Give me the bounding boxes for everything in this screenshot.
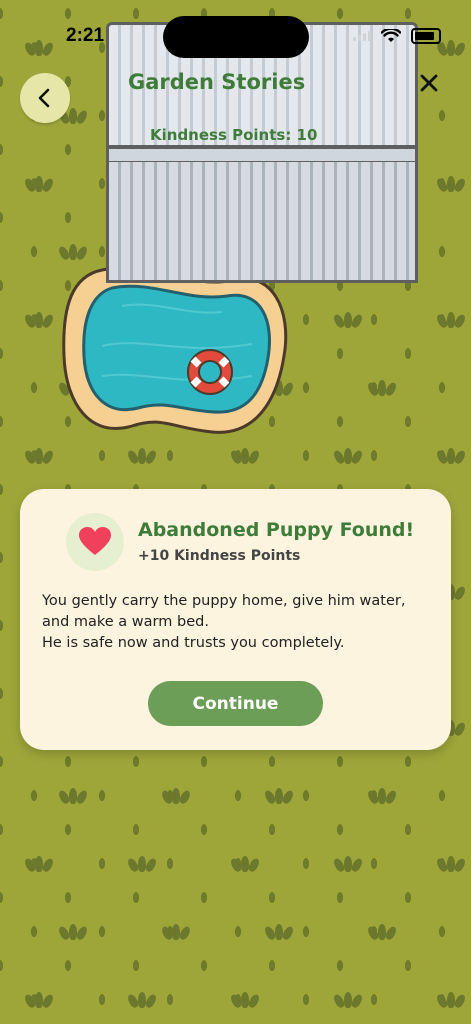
continue-button[interactable]: Continue (148, 681, 323, 726)
grass-tuft (263, 924, 295, 942)
grass-tuft (23, 448, 55, 466)
heart-badge (66, 513, 124, 571)
close-icon (420, 74, 438, 92)
dialog-body-line: You gently carry the puppy home, give hi… (42, 593, 406, 630)
status-icons (353, 28, 441, 44)
grass-tuft (23, 992, 55, 1010)
kindness-points: Kindness Points: 10 (150, 126, 318, 144)
event-dialog: Abandoned Puppy Found! +10 Kindness Poin… (20, 489, 451, 750)
chevron-left-icon (38, 88, 50, 108)
storage-shed: Garden Stories Kindness Points: 10 (106, 22, 418, 284)
grass-tuft (23, 176, 55, 194)
status-bar: 2:21 (0, 0, 471, 58)
swimming-pool (62, 266, 288, 434)
dialog-body-line: He is safe now and trusts you completely… (42, 635, 345, 651)
shed-wall (106, 162, 418, 283)
grass-tuft (366, 788, 398, 806)
wifi-icon (381, 29, 401, 42)
grass-tuft (435, 856, 467, 874)
heart-icon (79, 527, 111, 555)
grass-tuft (435, 176, 467, 194)
grass-tuft (332, 856, 364, 874)
grass-tuft (332, 992, 364, 1010)
status-time: 2:21 (66, 25, 105, 46)
grass-tuft (435, 992, 467, 1010)
grass-tuft (332, 448, 364, 466)
signal-icon (353, 31, 371, 41)
dialog-body: You gently carry the puppy home, give hi… (42, 591, 437, 654)
grass-tuft (229, 856, 261, 874)
grass-tuft (126, 448, 158, 466)
grass-tuft (229, 992, 261, 1010)
battery-icon (411, 28, 441, 44)
grass-tuft (332, 312, 364, 330)
grass-tuft (435, 312, 467, 330)
close-button[interactable] (412, 66, 446, 100)
grass-tuft (366, 924, 398, 942)
page-title: Garden Stories (128, 70, 306, 94)
grass-tuft (23, 856, 55, 874)
grass-tuft (366, 380, 398, 398)
back-button[interactable] (20, 73, 70, 123)
grass-tuft (126, 856, 158, 874)
grass-tuft (23, 312, 55, 330)
grass-tuft (229, 448, 261, 466)
grass-tuft (435, 448, 467, 466)
dialog-title: Abandoned Puppy Found! (138, 519, 415, 541)
grass-tuft (160, 924, 192, 942)
grass-tuft (57, 924, 89, 942)
dialog-subtitle: +10 Kindness Points (138, 548, 301, 564)
grass-tuft (57, 788, 89, 806)
grass-tuft (263, 788, 295, 806)
grass-tuft (126, 992, 158, 1010)
dynamic-island (163, 16, 309, 58)
grass-tuft (57, 244, 89, 262)
grass-tuft (160, 788, 192, 806)
